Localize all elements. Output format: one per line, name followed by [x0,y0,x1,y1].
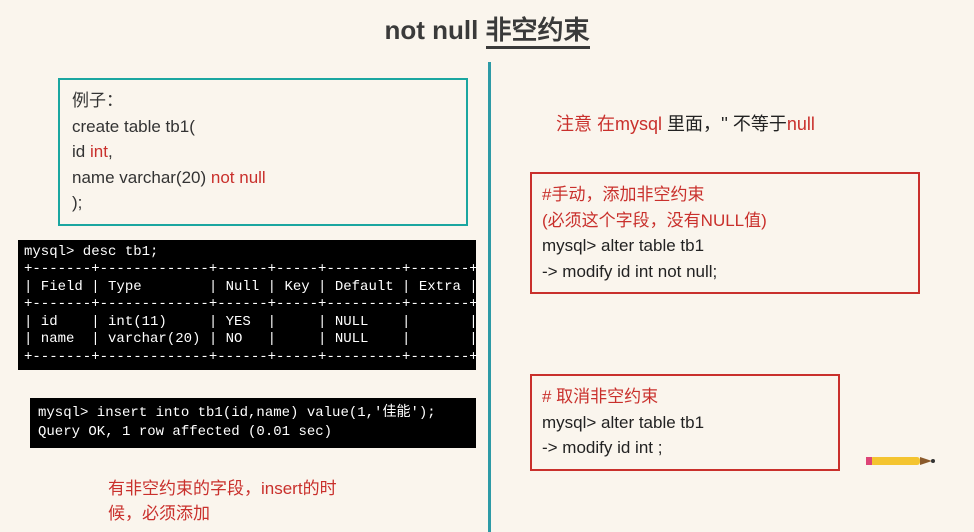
warning-text: 注意 在mysql 里面，'' 不等于null [556,110,960,136]
box-command: -> modify id int not null; [542,259,908,285]
box-command: mysql> alter table tb1 [542,233,908,259]
box-comment: (必须这个字段，没有NULL值) [542,208,908,234]
example-box: 例子： create table tb1( id int, name varch… [58,78,468,226]
drop-constraint-box: # 取消非空约束 mysql> alter table tb1 -> modif… [530,374,840,471]
page-title: not null 非空约束 [0,0,974,47]
bottom-note: 有非空约束的字段，insert的时 候，必须添加 [108,476,488,527]
example-line: ); [72,190,454,216]
box-comment: #手动，添加非空约束 [542,182,908,208]
right-column: 注意 在mysql 里面，'' 不等于null #手动，添加非空约束 (必须这个… [500,60,960,471]
box-command: -> modify id int ; [542,435,828,461]
box-comment: # 取消非空约束 [542,384,828,410]
add-constraint-box: #手动，添加非空约束 (必须这个字段，没有NULL值) mysql> alter… [530,172,920,294]
title-underlined: 非空约束 [486,15,590,49]
example-line: 例子： [72,88,454,114]
vertical-divider [488,62,491,532]
box-command: mysql> alter table tb1 [542,410,828,436]
terminal-desc: mysql> desc tb1; +-------+-------------+… [18,240,476,371]
title-plain: not null [384,15,485,45]
example-line: name varchar(20) not null [72,165,454,191]
terminal-insert: mysql> insert into tb1(id,name) value(1,… [30,398,476,448]
example-line: create table tb1( [72,114,454,140]
pencil-icon [860,439,940,469]
example-line: id int, [72,139,454,165]
left-column: 例子： create table tb1( id int, name varch… [0,60,488,527]
